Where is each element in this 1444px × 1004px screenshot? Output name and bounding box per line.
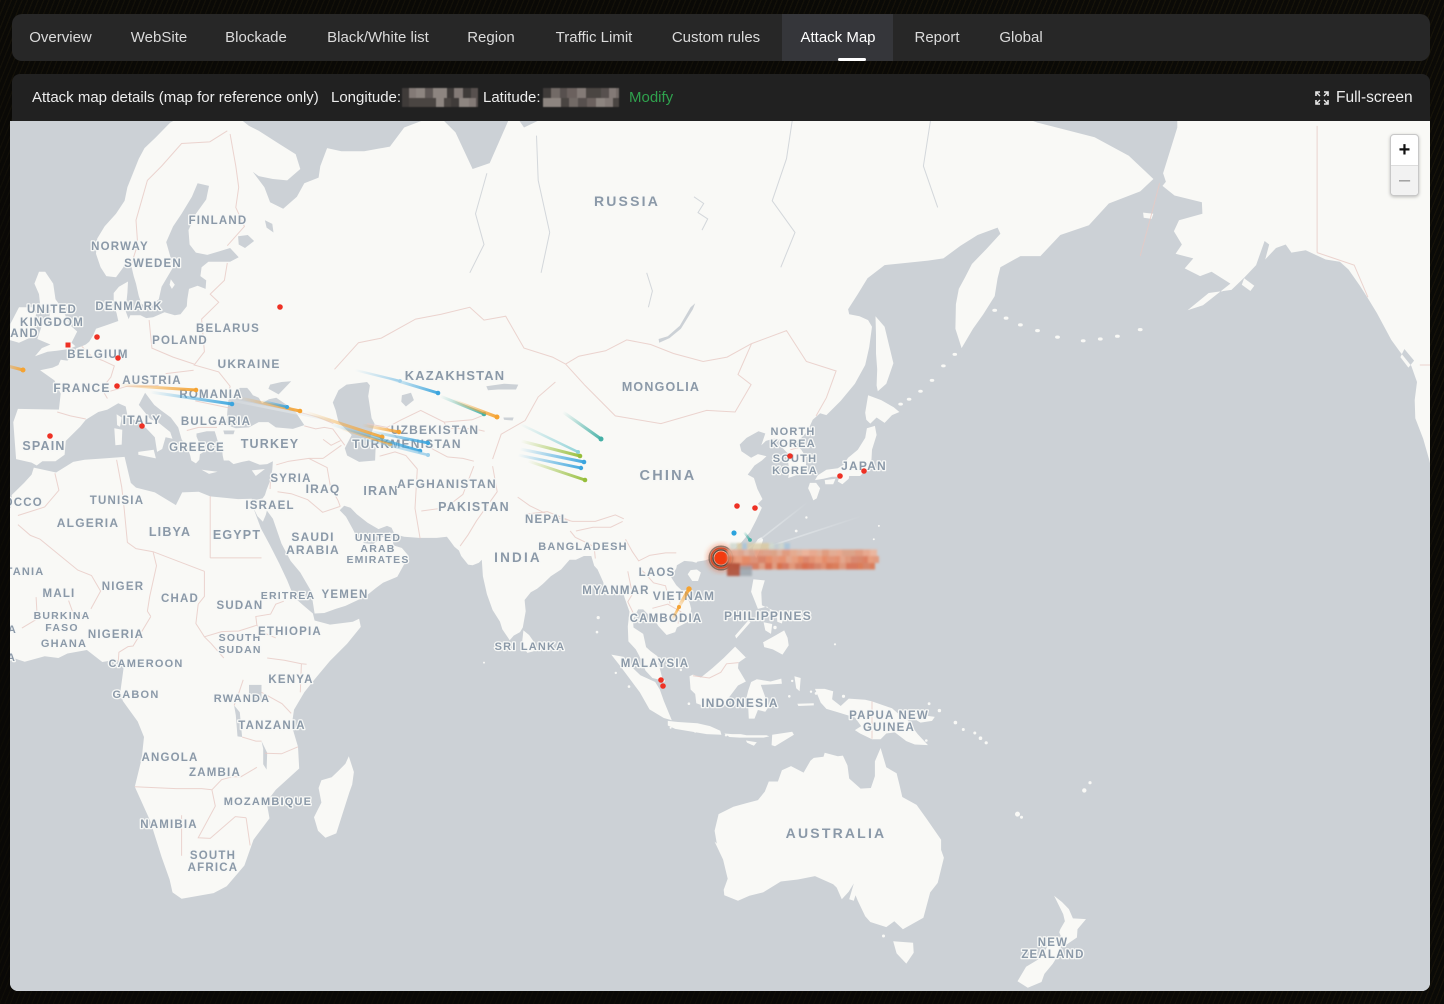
- svg-text:CHINA: CHINA: [640, 468, 697, 484]
- svg-text:IRAQ: IRAQ: [306, 482, 341, 496]
- svg-text:TANZANIA: TANZANIA: [238, 720, 306, 732]
- svg-text:GREECE: GREECE: [169, 442, 225, 454]
- svg-text:MALAYSIA: MALAYSIA: [621, 658, 690, 670]
- svg-text:UZBEKISTAN: UZBEKISTAN: [391, 423, 479, 437]
- svg-text:KOREA: KOREA: [772, 465, 818, 477]
- svg-text:EGYPT: EGYPT: [213, 528, 261, 542]
- svg-text:POLAND: POLAND: [152, 335, 208, 347]
- svg-text:KOREA: KOREA: [770, 438, 816, 450]
- svg-text:PAPUA NEW: PAPUA NEW: [849, 710, 929, 722]
- svg-text:NEW: NEW: [1038, 937, 1068, 949]
- svg-text:LIBYA: LIBYA: [149, 525, 191, 539]
- svg-text:CAMBODIA: CAMBODIA: [630, 613, 703, 625]
- svg-text:ARABIA: ARABIA: [286, 543, 340, 557]
- svg-text:PAKISTAN: PAKISTAN: [438, 500, 510, 514]
- svg-text:RUSSIA: RUSSIA: [594, 193, 660, 209]
- svg-text:MOROCCO: MOROCCO: [10, 497, 43, 509]
- svg-text:CHAD: CHAD: [161, 593, 199, 605]
- svg-text:KAZAKHSTAN: KAZAKHSTAN: [405, 368, 506, 383]
- svg-text:MYANMAR: MYANMAR: [582, 585, 649, 597]
- svg-text:GUINEA: GUINEA: [10, 624, 17, 636]
- svg-text:NAMIBIA: NAMIBIA: [140, 819, 198, 831]
- svg-text:NIGERIA: NIGERIA: [88, 629, 144, 641]
- svg-text:MAURITANIA: MAURITANIA: [10, 566, 44, 578]
- svg-text:LAOS: LAOS: [639, 567, 676, 579]
- svg-text:SRI LANKA: SRI LANKA: [495, 641, 566, 653]
- svg-text:NEPAL: NEPAL: [525, 514, 569, 526]
- svg-text:BELARUS: BELARUS: [196, 323, 260, 335]
- svg-text:LIBERIA: LIBERIA: [10, 652, 16, 664]
- svg-text:PHILIPPINES: PHILIPPINES: [724, 609, 812, 623]
- svg-text:UNITED: UNITED: [27, 304, 77, 316]
- svg-text:CAMEROON: CAMEROON: [109, 658, 184, 670]
- svg-text:ZEALAND: ZEALAND: [1021, 949, 1084, 961]
- svg-text:INDONESIA: INDONESIA: [701, 696, 778, 710]
- svg-text:SPAIN: SPAIN: [22, 439, 65, 453]
- svg-text:SWEDEN: SWEDEN: [124, 258, 182, 270]
- svg-text:RWANDA: RWANDA: [214, 693, 271, 705]
- svg-text:GUINEA: GUINEA: [863, 722, 915, 734]
- svg-text:BURKINA: BURKINA: [34, 610, 91, 622]
- svg-text:FRANCE: FRANCE: [53, 381, 110, 395]
- svg-text:NORWAY: NORWAY: [91, 241, 149, 253]
- svg-text:YEMEN: YEMEN: [322, 589, 369, 601]
- svg-text:SOUTH: SOUTH: [219, 632, 262, 644]
- svg-text:ZAMBIA: ZAMBIA: [189, 767, 241, 779]
- svg-text:ALGERIA: ALGERIA: [57, 516, 119, 530]
- svg-text:ETHIOPIA: ETHIOPIA: [258, 626, 322, 638]
- svg-text:IRELAND: IRELAND: [10, 328, 39, 340]
- svg-text:EMIRATES: EMIRATES: [346, 554, 409, 566]
- svg-text:IRAN: IRAN: [363, 484, 398, 498]
- svg-text:INDIA: INDIA: [494, 550, 542, 565]
- svg-text:GHANA: GHANA: [41, 638, 87, 650]
- svg-text:SAUDI: SAUDI: [291, 530, 334, 544]
- svg-text:UKRAINE: UKRAINE: [217, 357, 280, 371]
- svg-text:MONGOLIA: MONGOLIA: [622, 380, 700, 394]
- svg-text:ISRAEL: ISRAEL: [245, 500, 294, 512]
- svg-text:MALI: MALI: [43, 588, 76, 600]
- svg-text:SOUTH: SOUTH: [773, 453, 818, 465]
- svg-text:AUSTRALIA: AUSTRALIA: [786, 825, 887, 841]
- svg-text:ERITREA: ERITREA: [261, 590, 316, 602]
- svg-text:BANGLADESH: BANGLADESH: [538, 541, 628, 553]
- svg-text:ANGOLA: ANGOLA: [141, 752, 198, 764]
- svg-text:BULGARIA: BULGARIA: [181, 416, 251, 428]
- svg-text:AFGHANISTAN: AFGHANISTAN: [397, 477, 497, 491]
- svg-text:DENMARK: DENMARK: [95, 301, 162, 313]
- svg-text:AFRICA: AFRICA: [188, 862, 239, 874]
- svg-text:TUNISIA: TUNISIA: [90, 495, 144, 507]
- svg-text:GABON: GABON: [113, 689, 160, 701]
- svg-text:FASO: FASO: [45, 622, 78, 634]
- svg-text:NORTH: NORTH: [770, 426, 815, 438]
- svg-text:MOZAMBIQUE: MOZAMBIQUE: [224, 796, 312, 808]
- svg-text:KENYA: KENYA: [268, 674, 313, 686]
- svg-text:SOUTH: SOUTH: [190, 850, 236, 862]
- svg-text:SUDAN: SUDAN: [218, 644, 261, 656]
- svg-text:SUDAN: SUDAN: [217, 600, 264, 612]
- svg-text:NIGER: NIGER: [102, 581, 144, 593]
- svg-text:TURKEY: TURKEY: [241, 437, 300, 451]
- svg-text:FINLAND: FINLAND: [189, 215, 248, 227]
